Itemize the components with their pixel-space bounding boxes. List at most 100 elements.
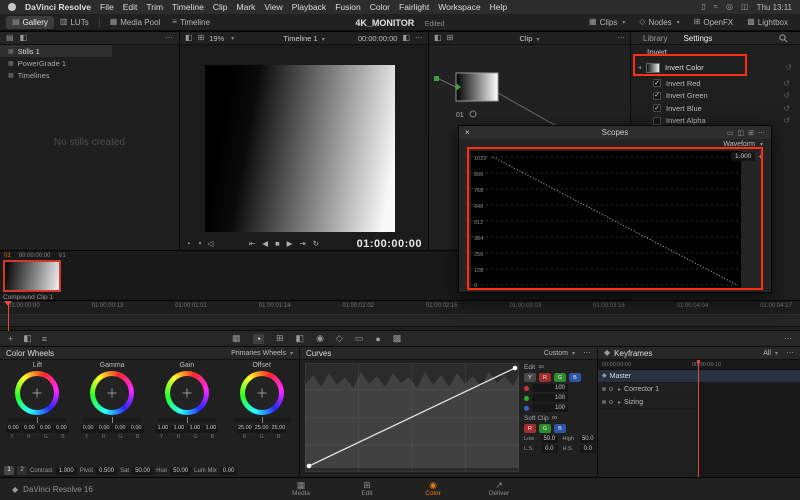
option-invert-green[interactable]: ✓ Invert Green ↺ xyxy=(631,90,800,103)
curve-point-low[interactable] xyxy=(307,464,312,469)
channel-y-button[interactable]: Y xyxy=(524,373,536,382)
wheels-mode-dropdown[interactable]: Primaries Wheels ▾ xyxy=(231,350,293,357)
curves-mode-dropdown[interactable]: Custom ▾ xyxy=(544,350,575,357)
contrast-value[interactable]: 1.000 xyxy=(56,467,77,475)
hue-value[interactable]: 50.00 xyxy=(170,467,191,475)
offset-g-value[interactable]: 25.00 xyxy=(254,425,270,433)
lum-mix-value[interactable]: 0.00 xyxy=(220,467,238,475)
keyframe-hollow-dot-icon[interactable] xyxy=(609,400,613,404)
gamma-g-value[interactable]: 0.00 xyxy=(113,425,128,433)
play-button[interactable]: ▶ xyxy=(287,239,293,248)
battery-icon[interactable]: ▯ xyxy=(701,3,705,11)
motion-effects-icon[interactable]: ◧ xyxy=(296,333,305,344)
blur-icon[interactable]: ▩ xyxy=(393,333,402,344)
option-invert-blue[interactable]: ✓ Invert Blue ↺ xyxy=(631,102,800,115)
node-01-thumbnail[interactable] xyxy=(456,73,498,101)
media-pool-button[interactable]: ▦ Media Pool xyxy=(104,16,167,29)
offset-master-slider[interactable] xyxy=(233,418,291,422)
high-value[interactable]: 50.0 xyxy=(580,435,596,443)
chevron-right-icon[interactable]: ▸ xyxy=(618,386,621,393)
gain-r-value[interactable]: 1.00 xyxy=(171,425,186,433)
gang-link-icon[interactable]: ∞ xyxy=(552,414,558,422)
lift-g-value[interactable]: 0.00 xyxy=(38,425,53,433)
expand-icon[interactable]: ◧ xyxy=(402,34,410,42)
menu-help[interactable]: Help xyxy=(490,2,507,12)
clip-thumbnail-selected[interactable] xyxy=(3,260,61,292)
gain-master-slider[interactable] xyxy=(158,418,216,422)
menu-timeline[interactable]: Timeline xyxy=(172,2,204,12)
go-to-end-button[interactable]: ⇥ xyxy=(299,239,305,248)
more-icon[interactable]: ⋯ xyxy=(617,34,625,42)
search-icon[interactable]: ◎ xyxy=(726,3,733,11)
checkbox-checked[interactable]: ✓ xyxy=(653,104,661,112)
low-soft-value[interactable]: 0.0 xyxy=(541,445,557,453)
wheels-page-2-button[interactable]: 2 xyxy=(17,466,27,475)
single-view-icon[interactable]: ▭ xyxy=(727,129,734,137)
page-edit[interactable]: ⊞ Edit xyxy=(347,480,387,497)
plugin-row-invert-color[interactable]: ◂ Invert Color ↺ xyxy=(631,58,800,77)
menu-clip[interactable]: Clip xyxy=(213,2,228,12)
list-tool-icon[interactable]: ≡ xyxy=(42,334,47,344)
viewer-zoom-value[interactable]: 19% xyxy=(209,34,224,43)
menubar-clock[interactable]: Thu 13:11 xyxy=(757,3,792,12)
lift-b-value[interactable]: 0.00 xyxy=(54,425,69,433)
menu-app[interactable]: DaVinci Resolve xyxy=(25,2,91,12)
softclip-b-button[interactable]: B xyxy=(554,424,566,433)
luts-button[interactable]: ▥ LUTs xyxy=(54,16,95,29)
go-to-start-button[interactable]: ⇤ xyxy=(249,239,255,248)
checkbox-checked[interactable]: ✓ xyxy=(653,79,661,87)
stop-button[interactable]: ■ xyxy=(275,239,280,248)
offset-r-value[interactable]: 25.00 xyxy=(237,425,253,433)
gain-b-value[interactable]: 1.00 xyxy=(203,425,218,433)
node-enable-icon[interactable] xyxy=(470,111,476,117)
timeline-track-v1[interactable] xyxy=(0,314,800,327)
gain-color-wheel[interactable] xyxy=(165,371,209,415)
pivot-value[interactable]: 0.500 xyxy=(96,467,117,475)
reset-icon[interactable]: ↺ xyxy=(783,116,790,125)
low-value[interactable]: 50.0 xyxy=(541,435,557,443)
reset-icon[interactable]: ↺ xyxy=(783,79,790,88)
tab-settings[interactable]: Settings xyxy=(683,34,712,43)
openfx-button[interactable]: ⊞ OpenFX xyxy=(688,16,740,29)
keyframe-dot-icon[interactable] xyxy=(602,387,606,391)
more-icon[interactable]: ⋯ xyxy=(786,349,794,357)
green-curve-value[interactable]: 100 xyxy=(532,394,568,402)
curves-tool-icon[interactable]: ◉ xyxy=(316,333,324,344)
plus-icon[interactable]: + xyxy=(758,153,763,161)
checkbox-checked[interactable]: ✓ xyxy=(653,92,661,100)
channel-g-button[interactable]: G xyxy=(554,373,566,382)
qualifier-icon[interactable]: ◇ xyxy=(336,333,343,344)
gain-g-value[interactable]: 1.00 xyxy=(187,425,202,433)
scope-type-dropdown[interactable]: Waveform ▾ xyxy=(459,139,771,150)
lightbox-button[interactable]: ▩ Lightbox xyxy=(741,16,794,29)
color-wheels-icon[interactable]: ◔ xyxy=(253,334,264,344)
gamma-r-value[interactable]: 0.00 xyxy=(97,425,112,433)
add-node-icon[interactable]: ⊞ xyxy=(447,34,454,42)
clips-button[interactable]: ▦ Clips ▾ xyxy=(583,16,631,29)
pointer-tool-icon[interactable]: + xyxy=(8,334,13,344)
page-color[interactable]: ◉ Color xyxy=(413,480,453,497)
camera-raw-icon[interactable]: ▦ xyxy=(232,333,241,344)
menu-file[interactable]: File xyxy=(100,2,114,12)
search-icon[interactable] xyxy=(779,34,788,43)
stills-albums-icon[interactable]: ▤ xyxy=(6,34,14,42)
timeline-button[interactable]: ≡ Timeline xyxy=(166,16,216,29)
more-icon[interactable]: ⋯ xyxy=(583,349,591,357)
more-icon[interactable]: ⋯ xyxy=(415,34,423,42)
menu-trim[interactable]: Trim xyxy=(146,2,163,12)
window-icon[interactable]: ▭ xyxy=(355,333,364,344)
menu-mark[interactable]: Mark xyxy=(237,2,256,12)
album-item-timelines[interactable]: ▦ Timelines xyxy=(0,69,112,81)
channel-r-button[interactable]: R xyxy=(539,373,551,382)
menu-color[interactable]: Color xyxy=(370,2,390,12)
album-item-powergrade[interactable]: ▦ PowerGrade 1 xyxy=(0,57,112,69)
chevron-right-icon[interactable]: ▸ xyxy=(618,399,621,406)
offset-b-value[interactable]: 25.00 xyxy=(271,425,287,433)
menu-fusion[interactable]: Fusion xyxy=(335,2,361,12)
tab-library[interactable]: Library xyxy=(643,34,667,43)
lift-y-value[interactable]: 0.00 xyxy=(6,425,21,433)
keyframe-dot-icon[interactable] xyxy=(602,400,606,404)
gain-y-value[interactable]: 1.00 xyxy=(155,425,170,433)
gamma-b-value[interactable]: 0.00 xyxy=(129,425,144,433)
gallery-button[interactable]: ▤ Gallery xyxy=(6,16,54,29)
